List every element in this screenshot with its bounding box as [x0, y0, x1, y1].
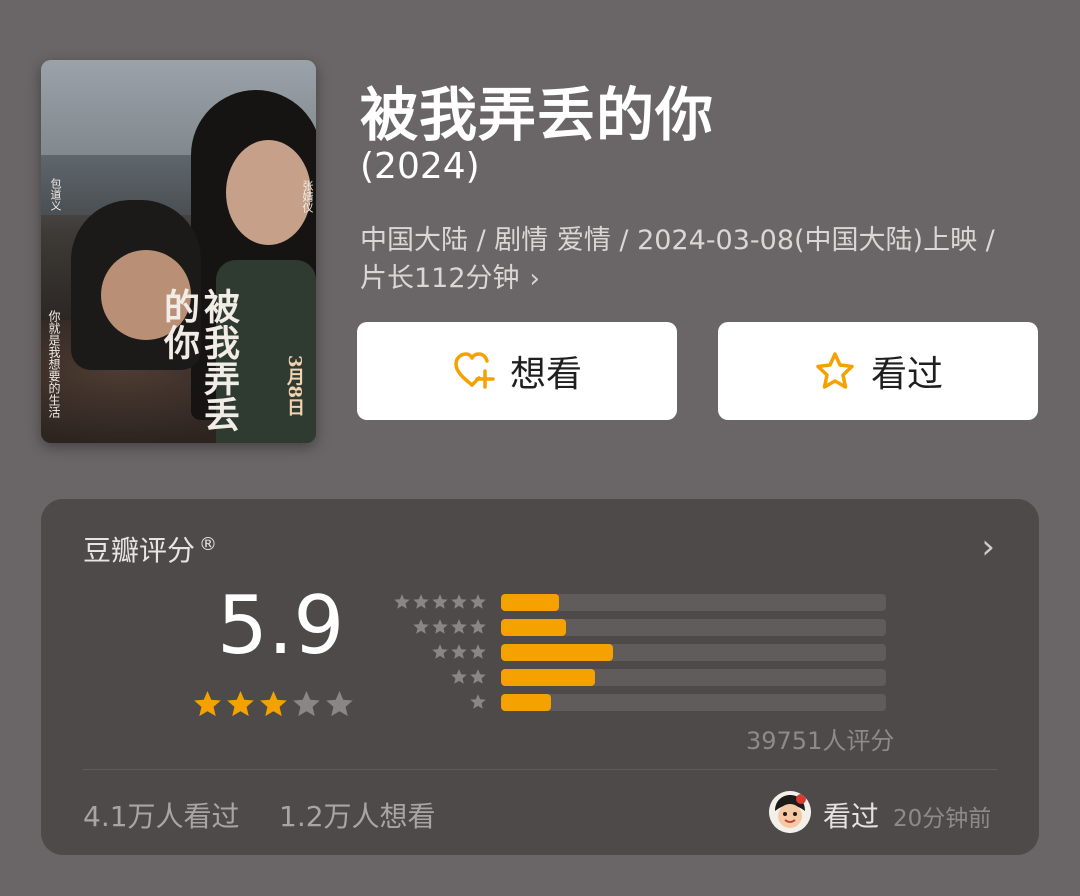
chevron-right-icon[interactable]: › [981, 527, 995, 567]
star-empty-icon [326, 690, 353, 717]
star-empty-icon [293, 690, 320, 717]
poster-tagline: 你就是我想要的生活 [47, 310, 61, 418]
rating-row-stars [391, 643, 487, 661]
rating-card[interactable]: 豆瓣评分 ® › 5.9 39751人评分 4.1万人看过 1.2万人想看 看过 … [41, 499, 1039, 855]
star-gray-icon [451, 669, 467, 684]
star-filled-icon [194, 690, 221, 717]
star-filled-icon [260, 690, 287, 717]
rating-row-stars [391, 593, 487, 611]
rating-title-text: 豆瓣评分 [83, 534, 196, 567]
rating-bar-track [501, 619, 886, 636]
star-gray-icon [432, 619, 448, 634]
star-gray-icon [470, 619, 486, 634]
user-avatar[interactable] [769, 791, 811, 833]
want-to-watch-button[interactable]: 想看 [357, 322, 677, 420]
rating-bar-track [501, 644, 886, 661]
movie-title: 被我弄丢的你 [360, 81, 715, 149]
star-gray-icon [451, 594, 467, 609]
star-gray-icon [470, 694, 486, 709]
watched-label: 看过 [870, 354, 943, 395]
want-to-watch-label: 想看 [509, 354, 582, 395]
star-filled-icon [227, 690, 254, 717]
rating-bar-fill [501, 644, 613, 661]
user-status-time: 20分钟前 [893, 806, 992, 832]
star-gray-icon [432, 594, 448, 609]
rating-count: 39751人评分 [746, 727, 895, 755]
rating-bar-fill [501, 669, 596, 686]
rating-bar-track [501, 694, 886, 711]
movie-meta[interactable]: 中国大陆 / 剧情 爱情 / 2024-03-08(中国大陆)上映 / 片长11… [360, 222, 1030, 298]
poster-actor-left: 包道义 [49, 178, 62, 211]
star-outline-icon [816, 352, 854, 389]
star-gray-icon [470, 644, 486, 659]
star-gray-icon [470, 594, 486, 609]
rating-row-stars [391, 618, 487, 636]
star-gray-icon [394, 594, 410, 609]
avatar-image [769, 791, 811, 833]
rating-bar-track [501, 669, 886, 686]
divider [83, 769, 997, 770]
movie-poster[interactable]: 包道义 张婧仪 你就是我想要的生活 被我弄丢的你 3月8日 [41, 60, 316, 443]
chevron-right-icon: › [529, 264, 540, 294]
rating-bar-fill [501, 694, 552, 711]
rating-stars [192, 689, 355, 720]
poster-date: 3月8日 [284, 355, 305, 417]
star-gray-icon [413, 594, 429, 609]
poster-title: 被我弄丢的你 [158, 288, 240, 432]
rating-row-stars [391, 693, 487, 711]
rating-bar-fill [501, 619, 567, 636]
star-gray-icon [470, 669, 486, 684]
star-gray-icon [451, 644, 467, 659]
user-status: 看过 [823, 800, 880, 833]
registered-mark: ® [199, 533, 218, 555]
rating-title: 豆瓣评分 ® [83, 529, 217, 569]
rating-score: 5.9 [217, 579, 345, 672]
rating-bar-fill [501, 594, 559, 611]
movie-meta-text: 中国大陆 / 剧情 爱情 / 2024-03-08(中国大陆)上映 / 片长11… [360, 225, 995, 294]
heart-plus-icon [454, 352, 495, 389]
watched-button[interactable]: 看过 [718, 322, 1038, 420]
star-gray-icon [432, 644, 448, 659]
star-gray-icon [413, 619, 429, 634]
movie-year: (2024) [360, 146, 480, 187]
want-count[interactable]: 1.2万人想看 [279, 795, 436, 835]
rating-row-stars [391, 668, 487, 686]
watched-count[interactable]: 4.1万人看过 [83, 795, 240, 835]
rating-bar-track [501, 594, 886, 611]
star-gray-icon [451, 619, 467, 634]
poster-actor-right: 张婧仪 [301, 180, 314, 213]
